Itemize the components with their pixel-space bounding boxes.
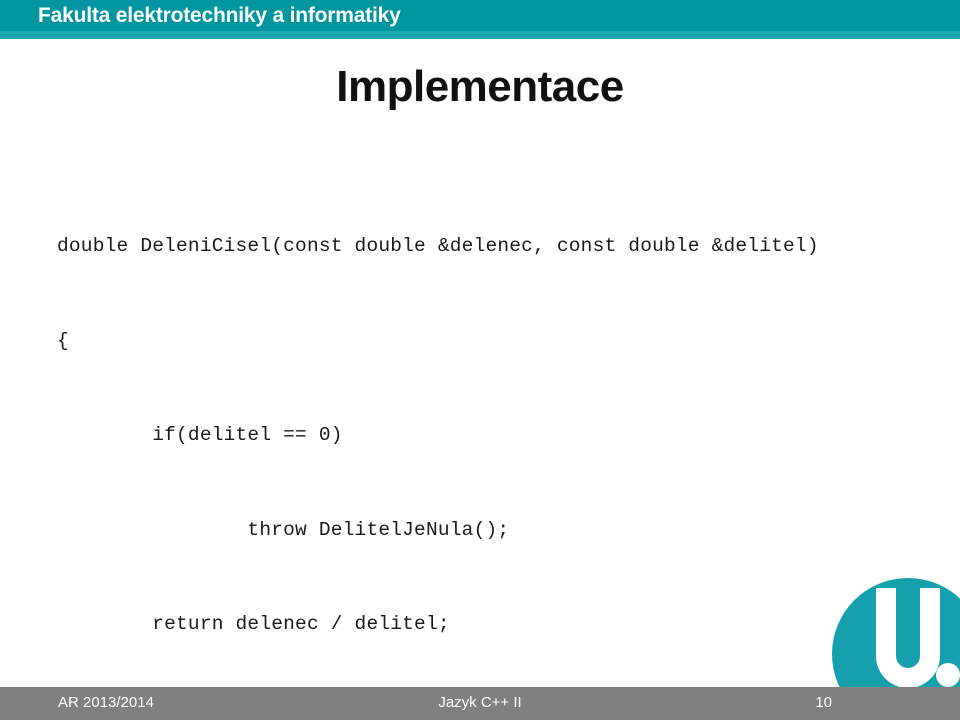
code-line: double DeleniCisel(const double &delenec… (57, 235, 819, 257)
code-line: return delenec / delitel; (57, 613, 450, 635)
presentation-slide: Fakulta elektrotechniky a informatiky Im… (0, 0, 960, 720)
header-band-accent (0, 31, 960, 39)
code-listing: double DeleniCisel(const double &delenec… (57, 168, 937, 720)
footer-page-number: 10 (815, 694, 832, 711)
page-title: Implementace (336, 62, 624, 111)
code-line: { (57, 329, 69, 352)
code-line: throw DelitelJeNula(); (57, 518, 510, 541)
faculty-name: Fakulta elektrotechniky a informatiky (38, 4, 401, 27)
logo-dot-white (936, 663, 960, 687)
code-line: if(delitel == 0) (57, 424, 343, 446)
